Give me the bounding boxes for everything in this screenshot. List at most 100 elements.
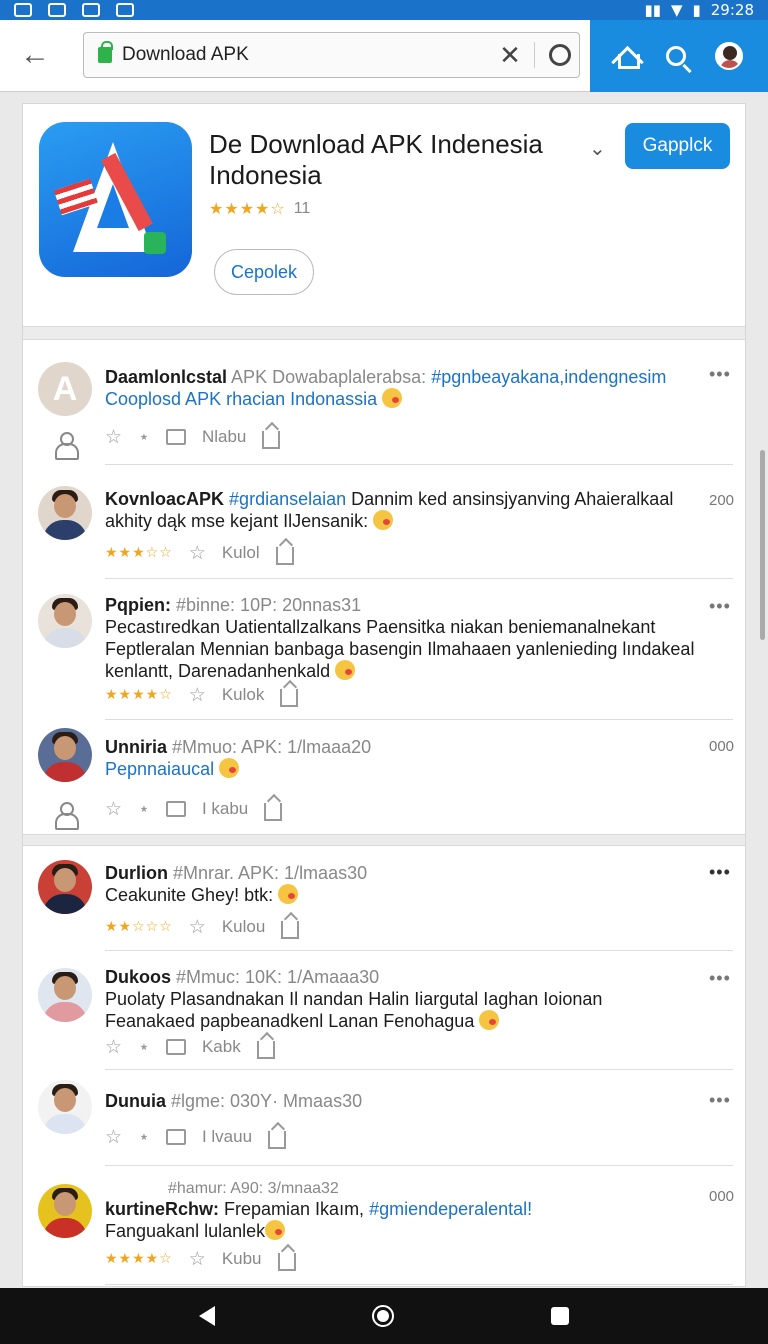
person-icon bbox=[55, 432, 79, 460]
share-icon[interactable] bbox=[262, 431, 281, 449]
post-text: Durlion #Mnrar. APK: 1/lmaas30 Ceakunite… bbox=[105, 863, 368, 905]
nav-back-icon[interactable] bbox=[198, 1306, 215, 1326]
share-icon[interactable] bbox=[264, 803, 283, 821]
hashtag-link[interactable]: #gmiendeperalental! bbox=[369, 1199, 532, 1219]
hashtag-link[interactable]: #grdianselaian bbox=[229, 489, 346, 509]
chevron-down-icon[interactable]: ⌄ bbox=[589, 136, 606, 161]
comment-icon[interactable] bbox=[165, 1039, 186, 1055]
action-label: I lvauu bbox=[201, 1127, 253, 1146]
post-item: #hamur: A90: 3/mnaa32 kurtineRchw: Frepa… bbox=[23, 1172, 745, 1284]
address-bar[interactable]: Download APK ✕ bbox=[83, 32, 580, 78]
primary-action-button[interactable]: Gapplck bbox=[625, 123, 730, 169]
refresh-icon[interactable] bbox=[549, 44, 571, 66]
address-text[interactable]: Download APK bbox=[122, 44, 492, 66]
post-text: KovnloacAPK #grdianselaian Dannim ked an… bbox=[105, 489, 674, 531]
post-author[interactable]: Pqpien: bbox=[105, 595, 171, 615]
more-options-icon[interactable]: ••• bbox=[709, 968, 731, 989]
post-text: Daamlonlcstal APK Dowabaplalerabsa: #pgn… bbox=[105, 367, 667, 409]
search-icon[interactable] bbox=[665, 46, 686, 66]
emoji-icon bbox=[382, 388, 403, 408]
star-icon[interactable]: ☆ bbox=[189, 542, 206, 564]
star-icon[interactable]: ☆ bbox=[189, 916, 206, 938]
avatar[interactable] bbox=[38, 1184, 92, 1238]
rating-stars: ★★☆☆☆ bbox=[105, 919, 173, 935]
post-author[interactable]: Durlion bbox=[105, 863, 168, 883]
small-star-icon[interactable]: ⋆ bbox=[138, 1036, 150, 1058]
post-author[interactable]: Daamlonlcstal bbox=[105, 367, 227, 387]
small-star-icon[interactable]: ⋆ bbox=[138, 798, 150, 820]
avatar[interactable]: A bbox=[38, 362, 92, 416]
share-icon[interactable] bbox=[281, 921, 300, 939]
more-options-icon[interactable]: ••• bbox=[709, 1090, 731, 1111]
scrollbar[interactable] bbox=[760, 450, 765, 640]
notification-icons bbox=[14, 3, 134, 17]
back-arrow-icon[interactable]: ← bbox=[18, 38, 52, 72]
system-indicators: ▮▮ ▼ ▮ 29:28 bbox=[644, 1, 754, 19]
share-icon[interactable] bbox=[275, 547, 294, 565]
divider bbox=[105, 719, 733, 720]
more-options-icon[interactable]: ••• bbox=[709, 596, 731, 617]
emoji-icon bbox=[373, 510, 394, 530]
emoji-icon bbox=[219, 758, 240, 778]
post-actions: ☆ ⋆ Nlabu bbox=[105, 426, 281, 449]
star-icon[interactable]: ☆ bbox=[105, 426, 122, 448]
system-nav-bar bbox=[0, 1288, 768, 1344]
rating-stars: ★★★★☆ bbox=[105, 1251, 173, 1267]
action-label: Kabk bbox=[201, 1037, 241, 1056]
star-icon[interactable]: ☆ bbox=[105, 1126, 122, 1148]
post-author[interactable]: Dunuia bbox=[105, 1091, 166, 1111]
post-author[interactable]: Unniria bbox=[105, 737, 167, 757]
app-rating: ★★★★☆ 11 bbox=[209, 199, 310, 218]
action-label: I kabu bbox=[201, 799, 249, 818]
post-actions: ☆ ⋆ I lvauu bbox=[105, 1126, 287, 1149]
avatar[interactable] bbox=[38, 1080, 92, 1134]
app-logo-icon bbox=[39, 122, 192, 277]
post-author[interactable]: kurtineRchw: bbox=[105, 1199, 219, 1219]
rating-stars: ★★★★☆ bbox=[209, 199, 286, 218]
small-star-icon[interactable]: ⋆ bbox=[138, 1126, 150, 1148]
post-link[interactable]: Cooplosd APK rhacian Indonassia bbox=[105, 389, 377, 409]
comment-icon[interactable] bbox=[165, 801, 186, 817]
nav-recents-icon[interactable] bbox=[551, 1307, 570, 1325]
clear-icon[interactable]: ✕ bbox=[492, 40, 528, 71]
star-icon[interactable]: ☆ bbox=[189, 1248, 206, 1270]
profile-avatar[interactable] bbox=[715, 42, 744, 70]
small-star-icon[interactable]: ⋆ bbox=[138, 426, 150, 448]
post-author[interactable]: Dukoos bbox=[105, 967, 171, 987]
notification-icon bbox=[14, 3, 32, 17]
post-actions: ☆ ⋆ I kabu bbox=[105, 798, 283, 821]
post-text: Dunuia #lgme: 030Y· Mmaas30 bbox=[105, 1091, 363, 1111]
star-icon[interactable]: ☆ bbox=[105, 798, 122, 820]
star-icon[interactable]: ☆ bbox=[105, 1036, 122, 1058]
secondary-action-button[interactable]: Cepolek bbox=[214, 249, 314, 295]
emoji-icon bbox=[265, 1220, 286, 1240]
post-author[interactable]: KovnloacAPK bbox=[105, 489, 224, 509]
hashtag-link[interactable]: #pgnbeayakana,indengnesim bbox=[431, 367, 666, 387]
comment-icon[interactable] bbox=[165, 1129, 186, 1145]
avatar[interactable] bbox=[38, 860, 92, 914]
more-options-icon[interactable]: ••• bbox=[709, 862, 731, 883]
divider bbox=[105, 1069, 733, 1070]
post-item: Unniria #Mmuo: APK: 1/lmaaa20 Pepnnaiauc… bbox=[23, 724, 745, 832]
post-actions: ☆ ⋆ Kabk bbox=[105, 1036, 275, 1059]
avatar[interactable] bbox=[38, 486, 92, 540]
star-icon[interactable]: ☆ bbox=[189, 684, 206, 706]
more-options-icon[interactable]: ••• bbox=[709, 364, 731, 385]
emoji-icon bbox=[278, 884, 299, 904]
emoji-icon bbox=[479, 1010, 500, 1030]
share-icon[interactable] bbox=[268, 1131, 287, 1149]
action-label: Kulok bbox=[221, 685, 265, 704]
post-link[interactable]: Pepnnaiaucal bbox=[105, 759, 214, 779]
rating-stars: ★★★☆☆ bbox=[105, 545, 173, 561]
avatar[interactable] bbox=[38, 728, 92, 782]
home-icon[interactable] bbox=[615, 45, 640, 69]
avatar[interactable] bbox=[38, 968, 92, 1022]
comment-icon[interactable] bbox=[165, 429, 186, 445]
toolbar-actions bbox=[590, 20, 768, 92]
nav-home-icon[interactable] bbox=[371, 1305, 394, 1327]
share-icon[interactable] bbox=[280, 689, 299, 707]
avatar[interactable] bbox=[38, 594, 92, 648]
share-icon[interactable] bbox=[256, 1041, 275, 1059]
share-icon[interactable] bbox=[277, 1253, 296, 1271]
post-actions: ★★★☆☆ ☆ Kulol bbox=[105, 542, 294, 565]
